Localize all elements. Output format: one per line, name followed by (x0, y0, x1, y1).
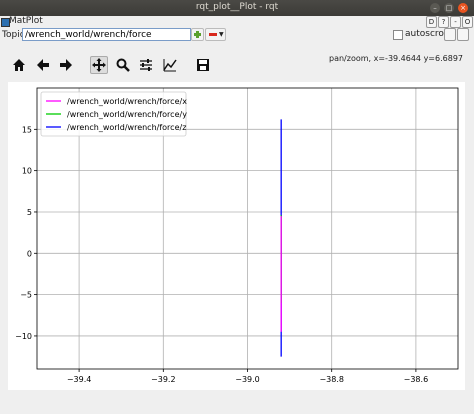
plugin-name: MatPlot (9, 16, 43, 26)
plot-canvas[interactable]: −39.4 −39.2 −39.0 −38.8 −38.6 −10 −5 0 5 10 15/wre… (8, 82, 465, 390)
x-tick-label: −38.6 (404, 375, 429, 384)
home-icon[interactable] (10, 56, 28, 74)
pan-icon[interactable] (90, 56, 108, 74)
legend-label: /wrench_world/wrench/force/z (67, 123, 186, 132)
zoom-icon[interactable] (114, 56, 132, 74)
close-button[interactable]: × (458, 3, 468, 13)
x-tick-label: −39.4 (67, 375, 92, 384)
topic-row: Topic ▼ autoscroll (0, 28, 474, 42)
dock-button[interactable]: D (426, 16, 437, 28)
configure-subplots-icon[interactable] (137, 56, 155, 74)
y-tick-label: 15 (22, 125, 32, 134)
forward-arrow-icon[interactable] (57, 56, 75, 74)
y-tick-label: 0 (27, 249, 32, 258)
cursor-coordinates: pan/zoom, x=-39.4644 y=6.6897 (329, 54, 463, 63)
remove-topic-button[interactable]: ▼ (205, 28, 226, 41)
minimize-button[interactable]: – (430, 3, 440, 13)
clear-button[interactable] (457, 28, 469, 41)
legend-label: /wrench_world/wrench/force/x (67, 97, 187, 106)
y-tick-label: −5 (20, 291, 32, 300)
plugin-buttons: D? - O (426, 16, 474, 28)
y-tick-label: 5 (27, 208, 32, 217)
options-button[interactable]: O (462, 16, 473, 28)
plugin-bar: MatPlot D? - O (0, 16, 474, 28)
edit-curves-icon[interactable] (161, 56, 179, 74)
window-titlebar: rqt_plot__Plot - rqt – □ × (0, 0, 474, 16)
back-arrow-icon[interactable] (34, 56, 52, 74)
y-tick-label: 10 (22, 167, 32, 176)
maximize-button[interactable]: □ (444, 3, 454, 13)
y-tick-label: −10 (15, 332, 32, 341)
add-topic-button[interactable] (191, 28, 204, 41)
window-title: rqt_plot__Plot - rqt (195, 2, 279, 12)
autoscroll-checkbox[interactable] (393, 30, 403, 40)
pause-button[interactable] (444, 28, 456, 41)
legend-label: /wrench_world/wrench/force/y (67, 110, 187, 119)
line-chart[interactable]: −39.4 −39.2 −39.0 −38.8 −38.6 −10 −5 0 5 10 15/wre… (8, 82, 465, 390)
help-button[interactable]: ? (438, 16, 449, 28)
x-tick-label: −39.2 (151, 375, 176, 384)
save-icon[interactable] (194, 56, 212, 74)
autoscroll-label: autoscroll (405, 29, 449, 39)
minimize-plugin-button[interactable]: - (450, 16, 461, 28)
x-tick-label: −39.0 (235, 375, 260, 384)
x-tick-label: −38.8 (319, 375, 344, 384)
topic-input[interactable] (22, 28, 191, 41)
